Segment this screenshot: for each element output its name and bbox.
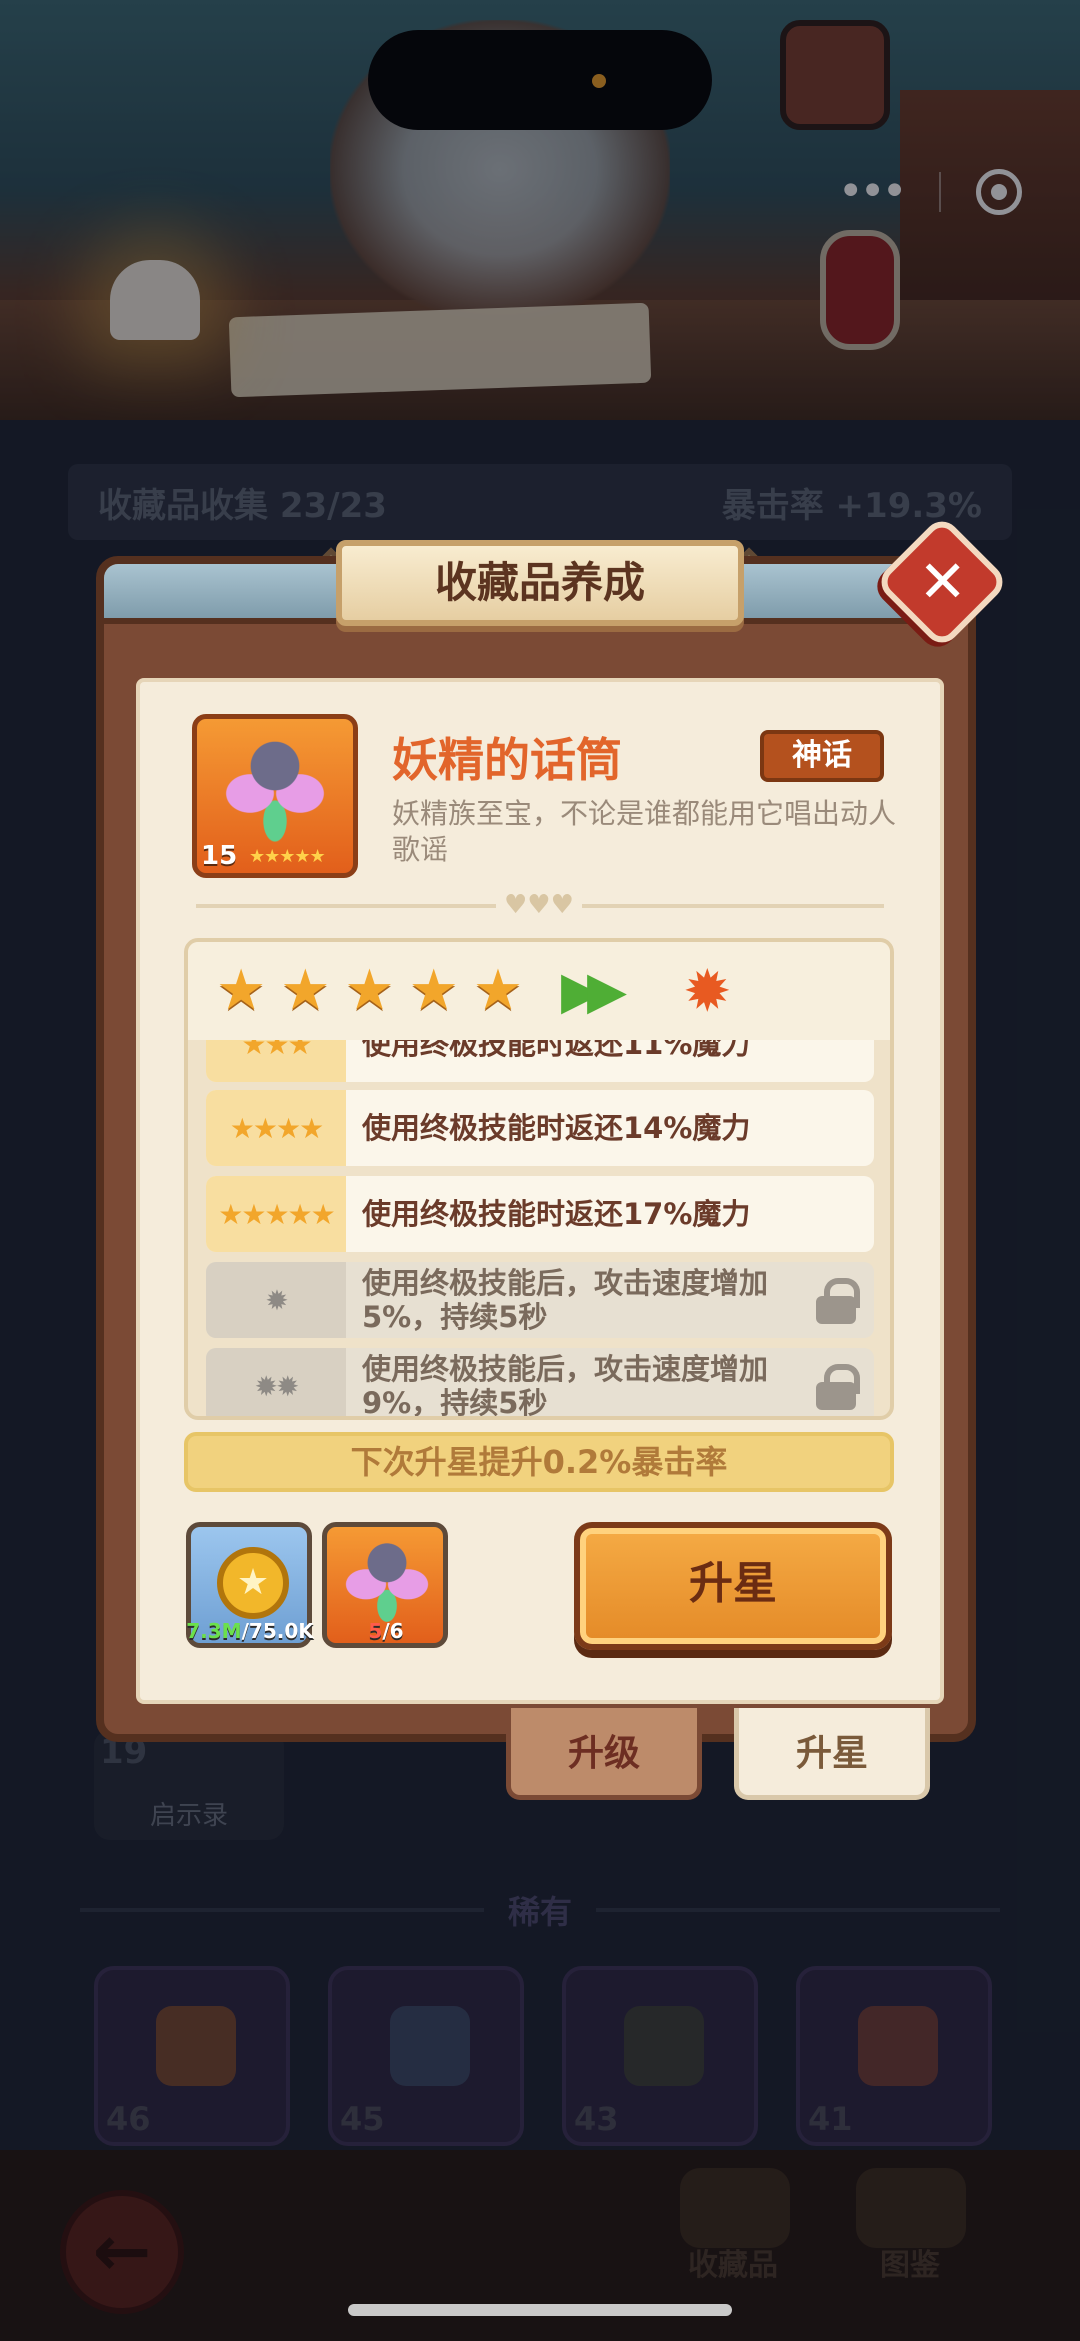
fragment-amount: 5/6 [319, 1619, 453, 1643]
microphone-fairy-icon [345, 1537, 429, 1623]
star-icon: ★ [280, 958, 331, 1023]
coin-icon [217, 1547, 289, 1619]
next-star-bonus: 下次升星提升0.2%暴击率 [184, 1432, 894, 1492]
lock-icon [816, 1364, 860, 1410]
effect-row-locked: ✹✹ 使用终极技能后，攻击速度增加9%，持续5秒 [206, 1348, 874, 1420]
effect-row-locked: ✹ 使用终极技能后，攻击速度增加5%，持续5秒 [206, 1262, 874, 1338]
star-icon: ★ [344, 958, 395, 1023]
effect-stars: ★★★★ [206, 1090, 346, 1166]
item-name: 妖精的话筒 [392, 733, 622, 787]
star-icon: ★ [216, 958, 267, 1023]
effects-list[interactable]: ★★★ 使用终极技能时返还11%魔力 ★★★★ 使用终极技能时返还14%魔力 ★… [200, 1040, 880, 1420]
tab-star-up[interactable]: 升星 [734, 1708, 930, 1800]
item-level: 15 [201, 841, 238, 871]
effect-row: ★★★★★ 使用终极技能时返还17%魔力 [206, 1176, 874, 1252]
fragment-need: /6 [382, 1619, 404, 1643]
modal-title: 收藏品养成 [336, 540, 744, 626]
coin-have: 7.3M [186, 1619, 242, 1643]
effect-row: ★★★ 使用终极技能时返还11%魔力 [206, 1040, 874, 1082]
star-effects-box: ★ ★ ★ ★ ★ ▶▶ ✹ ★★★ 使用终极技能时返还11%魔力 ★★★★ 使… [184, 938, 894, 1420]
effect-stars: ✹✹ [206, 1348, 346, 1416]
red-star-icon: ✹ [683, 957, 732, 1025]
effect-text: 使用终极技能时返还17%魔力 [362, 1197, 751, 1231]
effect-text: 使用终极技能时返还14%魔力 [362, 1111, 751, 1145]
item-icon-frame: 15 ★★★★★ [192, 714, 358, 878]
effect-text: 使用终极技能时返还11%魔力 [362, 1040, 751, 1061]
star-up-button[interactable]: 升星 [574, 1522, 892, 1650]
effect-text: 使用终极技能后，攻击速度增加5%，持续5秒 [362, 1266, 769, 1334]
tab-level-up[interactable]: 升级 [506, 1708, 702, 1800]
effect-stars: ★★★ [206, 1040, 346, 1082]
rarity-badge: 神话 [760, 730, 884, 782]
item-star-rating: ★★★★★ [249, 846, 326, 867]
home-indicator[interactable] [348, 2304, 732, 2316]
coin-amount: 7.3M/75.0K [183, 1619, 317, 1643]
star-icon: ★ [472, 958, 524, 1023]
effect-stars: ✹ [206, 1262, 346, 1338]
effect-row: ★★★★ 使用终极技能时返还14%魔力 [206, 1090, 874, 1166]
close-icon: ✕ [918, 547, 968, 616]
effect-stars: ★★★★★ [206, 1176, 346, 1252]
star-icon: ★ [408, 958, 459, 1023]
heart-ornament-icon: ♥♥♥ [496, 890, 582, 920]
coin-cost-slot[interactable]: 7.3M/75.0K [186, 1522, 314, 1648]
section-divider: ♥♥♥ [196, 890, 884, 920]
star-progress-header: ★ ★ ★ ★ ★ ▶▶ ✹ [188, 942, 890, 1040]
double-arrow-icon: ▶▶ [561, 961, 627, 1021]
fragment-have: 5 [368, 1619, 383, 1643]
lock-icon [816, 1278, 860, 1324]
coin-need: /75.0K [241, 1619, 314, 1643]
microphone-fairy-icon [225, 733, 325, 843]
item-description: 妖精族至宝，不论是谁都能用它唱出动人歌谣 [392, 797, 897, 866]
effect-text: 使用终极技能后，攻击速度增加9%，持续5秒 [362, 1352, 769, 1420]
fragment-cost-slot[interactable]: 5/6 [322, 1522, 448, 1648]
